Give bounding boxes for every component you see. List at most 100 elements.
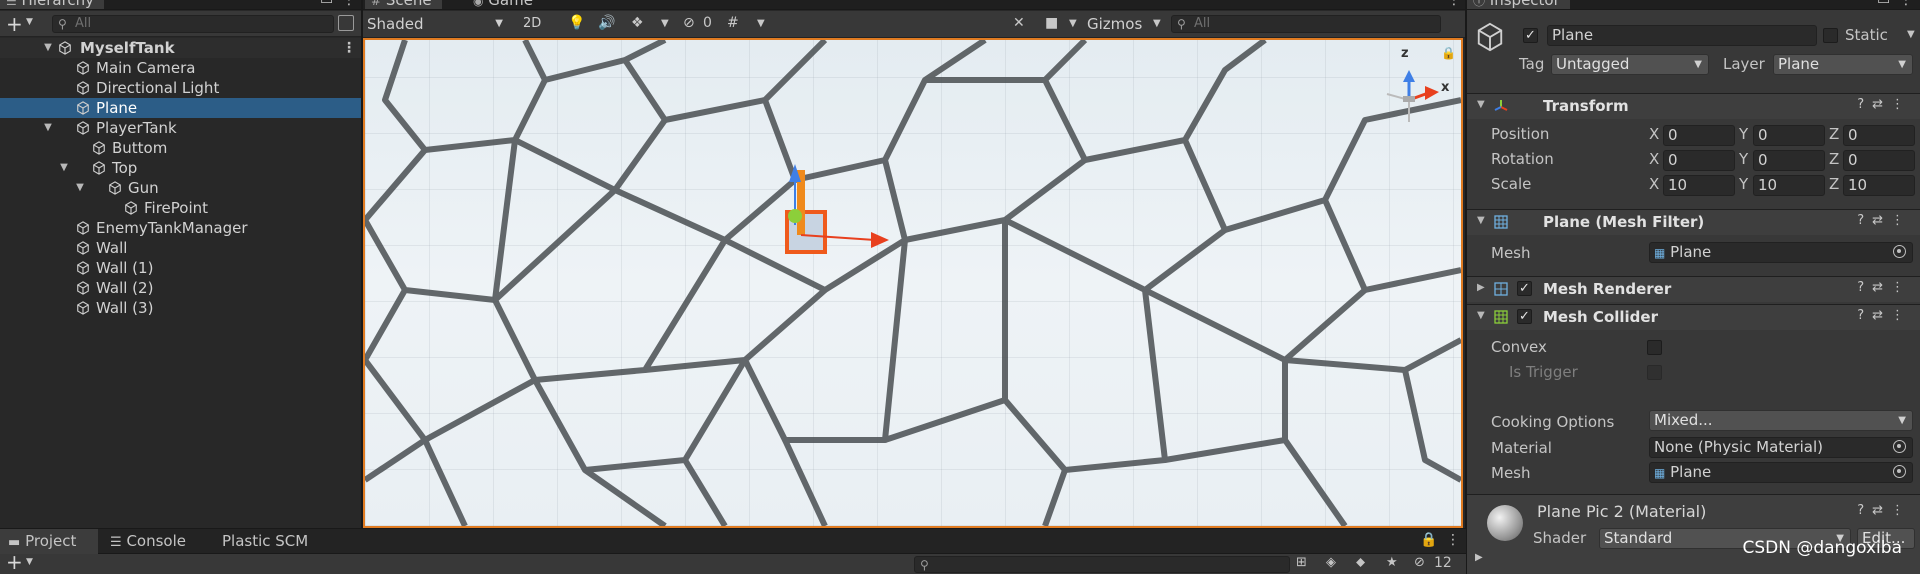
object-name-input[interactable]: Plane	[1547, 25, 1817, 46]
lock-icon[interactable]: 🔒	[1420, 532, 1437, 548]
active-checkbox[interactable]: ✓	[1523, 28, 1538, 43]
transform-x-input[interactable]: 10	[1663, 175, 1735, 196]
camera-dropdown-chevron-icon[interactable]: ▼	[1069, 18, 1077, 29]
tab-inspector[interactable]: ⓘ Inspector	[1467, 0, 1570, 9]
axis-z-label[interactable]: Z	[1829, 123, 1839, 145]
grid-toggle-icon[interactable]: #	[727, 15, 739, 31]
axis-y-label[interactable]: Y	[1739, 148, 1748, 170]
transform-z-input[interactable]: 10	[1843, 175, 1915, 196]
fold-arrow-right-icon[interactable]: ▶	[1477, 282, 1485, 293]
fold-arrow-icon[interactable]: ▼	[1477, 215, 1485, 226]
hierarchy-item[interactable]: ▼ Top	[0, 158, 361, 178]
transform-y-input[interactable]: 10	[1753, 175, 1825, 196]
convex-checkbox[interactable]	[1647, 340, 1662, 355]
fold-arrow-icon[interactable]: ▼	[1477, 310, 1485, 321]
maximize-icon[interactable]: ▭	[320, 0, 333, 8]
axis-x-label[interactable]: X	[1649, 148, 1659, 170]
object-picker-icon[interactable]	[1893, 440, 1906, 453]
hierarchy-item[interactable]: Wall (1)	[0, 258, 361, 278]
hierarchy-item[interactable]: Directional Light	[0, 78, 361, 98]
hierarchy-item[interactable]: Buttom	[0, 138, 361, 158]
transform-x-input[interactable]: 0	[1663, 125, 1735, 146]
layer-dropdown[interactable]: Plane ▼	[1773, 54, 1913, 75]
tab-scene[interactable]: # Scene	[365, 0, 442, 9]
hidden-packages-icon[interactable]: ⊘	[1414, 555, 1425, 570]
grid-dropdown-chevron-icon[interactable]: ▼	[757, 18, 765, 29]
collider-mesh-field[interactable]: ▦ Plane	[1649, 462, 1913, 483]
component-header-icons[interactable]: ?⇄⋮	[1857, 503, 1912, 518]
scene-kebab-icon[interactable]: ⋮	[342, 38, 356, 58]
scene-search-input[interactable]: ⚲ All	[1171, 15, 1441, 33]
create-dropdown-chevron-icon[interactable]: ▼	[26, 557, 33, 567]
tools-icon[interactable]: ✕	[1013, 15, 1025, 31]
create-plus-icon[interactable]: +	[6, 550, 23, 574]
tag-icon[interactable]: ⬥	[1356, 555, 1365, 570]
expand-arrow-icon[interactable]: ▼	[42, 38, 54, 58]
filter-by-label-icon[interactable]: ◈	[1326, 555, 1336, 570]
effects-dropdown-chevron-icon[interactable]: ▼	[661, 18, 669, 29]
audio-speaker-icon[interactable]: 🔊	[598, 15, 615, 31]
scene-viewport[interactable]: z x 🔒	[363, 38, 1463, 528]
component-header-icons[interactable]: ?⇄⋮	[1857, 213, 1912, 228]
mesh-collider-header[interactable]: ▼ ✓ Mesh Collider ?⇄⋮	[1467, 304, 1920, 330]
fold-arrow-right-icon[interactable]: ▶	[1475, 547, 1483, 569]
static-chevron-down-icon[interactable]: ▼	[1907, 24, 1915, 46]
component-header-icons[interactable]: ?⇄⋮	[1857, 97, 1912, 112]
lock-icon[interactable]: 🔒	[1441, 46, 1456, 60]
expand-arrow-icon[interactable]: ▼	[58, 158, 70, 178]
add-dropdown-chevron-icon[interactable]: ▼	[26, 17, 33, 27]
hierarchy-item[interactable]: Plane	[0, 98, 361, 118]
tab-console[interactable]: ☰ Console	[110, 529, 186, 554]
camera-icon[interactable]: ■	[1045, 15, 1058, 31]
static-checkbox[interactable]	[1823, 28, 1838, 43]
hierarchy-item[interactable]: Main Camera	[0, 58, 361, 78]
axis-x-label[interactable]: X	[1649, 123, 1659, 145]
expand-arrow-icon[interactable]: ▼	[74, 178, 86, 198]
axis-z-label[interactable]: Z	[1829, 173, 1839, 195]
favorite-star-icon[interactable]: ★	[1386, 555, 1398, 570]
add-object-plus-icon[interactable]: +	[6, 12, 23, 36]
transform-y-input[interactable]: 0	[1753, 125, 1825, 146]
tab-hierarchy[interactable]: ☰ Hierarchy	[0, 0, 105, 9]
axis-z-label[interactable]: Z	[1829, 148, 1839, 170]
mesh-filter-header[interactable]: ▼ Plane (Mesh Filter) ?⇄⋮	[1467, 209, 1920, 235]
object-picker-icon[interactable]	[1893, 465, 1906, 478]
gizmos-chevron-down-icon[interactable]: ▼	[1153, 18, 1161, 29]
tab-game[interactable]: ◉ Game	[467, 0, 533, 9]
cooking-options-dropdown[interactable]: Mixed... ▼	[1649, 410, 1913, 431]
mesh-renderer-header[interactable]: ▶ ✓ Mesh Renderer ?⇄⋮	[1467, 276, 1920, 302]
hierarchy-item[interactable]: Wall (3)	[0, 298, 361, 318]
hierarchy-item[interactable]: EnemyTankManager	[0, 218, 361, 238]
maximize-icon[interactable]: ▭	[1877, 0, 1890, 8]
scene-kebab-icon[interactable]: ⋮	[1447, 0, 1461, 8]
hidden-objects-eye-icon[interactable]: ⊘	[683, 15, 695, 31]
component-header-icons[interactable]: ?⇄⋮	[1857, 280, 1912, 295]
transform-x-input[interactable]: 0	[1663, 150, 1735, 171]
axis-y-label[interactable]: Y	[1739, 123, 1748, 145]
gizmos-dropdown[interactable]: Gizmos	[1087, 13, 1163, 35]
hierarchy-item[interactable]: ▼ PlayerTank	[0, 118, 361, 138]
collider-material-field[interactable]: None (Physic Material)	[1649, 437, 1913, 458]
transform-header[interactable]: ▼ Transform ?⇄⋮	[1467, 93, 1920, 119]
fold-arrow-icon[interactable]: ▼	[1477, 99, 1485, 110]
component-header-icons[interactable]: ?⇄⋮	[1857, 308, 1912, 323]
hierarchy-item[interactable]: FirePoint	[0, 198, 361, 218]
transform-z-input[interactable]: 0	[1843, 150, 1915, 171]
kebab-menu-icon[interactable]: ⋮	[1899, 0, 1913, 8]
hierarchy-item[interactable]: Wall (2)	[0, 278, 361, 298]
kebab-menu-icon[interactable]: ⋮	[342, 0, 356, 8]
kebab-menu-icon[interactable]: ⋮	[1446, 532, 1460, 548]
shading-mode-dropdown[interactable]: Shaded ▼	[367, 13, 507, 35]
axis-x-label[interactable]: X	[1649, 173, 1659, 195]
search-by-type-icon[interactable]: ⊞	[1296, 555, 1307, 570]
effects-icon[interactable]: ❖	[631, 15, 644, 31]
toggle-2d-button[interactable]: 2D	[523, 13, 553, 35]
mesh-filter-mesh-field[interactable]: ▦ Plane	[1649, 242, 1913, 263]
axis-y-label[interactable]: Y	[1739, 173, 1748, 195]
hierarchy-item[interactable]: Wall	[0, 238, 361, 258]
object-picker-icon[interactable]	[1893, 245, 1906, 258]
tag-dropdown[interactable]: Untagged ▼	[1551, 54, 1709, 75]
transform-y-input[interactable]: 0	[1753, 150, 1825, 171]
expand-arrow-icon[interactable]: ▼	[42, 118, 54, 138]
lighting-bulb-icon[interactable]: 💡	[568, 15, 585, 31]
